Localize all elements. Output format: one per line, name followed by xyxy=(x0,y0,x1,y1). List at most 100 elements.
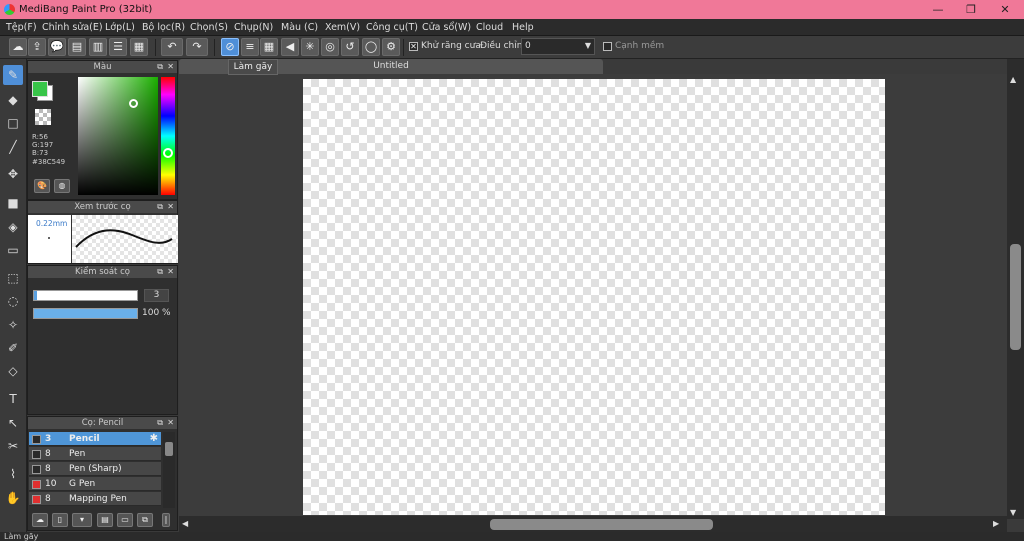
speech-bubble-icon[interactable]: 💬 xyxy=(48,38,66,56)
gear-icon[interactable]: ✱ xyxy=(150,432,158,446)
transparent-color-swatch[interactable] xyxy=(35,109,51,125)
snap-ellipse-icon[interactable]: ◯ xyxy=(362,38,380,56)
fill-rect-tool-icon[interactable]: ■ xyxy=(3,193,23,213)
eraser-tool-icon[interactable]: ◆ xyxy=(3,90,23,110)
snap-off-icon[interactable]: ⊘ xyxy=(221,38,239,56)
hue-slider[interactable] xyxy=(161,77,175,195)
rectangle-tool-icon[interactable]: □ xyxy=(3,113,23,133)
minimize-button[interactable]: — xyxy=(921,0,955,19)
title-bar: MediBang Paint Pro (32bit) — ❐ ✕ xyxy=(0,0,1024,19)
select-eraser-tool-icon[interactable]: ◇ xyxy=(3,361,23,381)
divide-tool-icon[interactable]: ✂ xyxy=(3,436,23,456)
brush-item-pencil[interactable]: 3 Pencil ✱ xyxy=(29,432,161,446)
sv-cursor[interactable] xyxy=(129,99,138,108)
lasso-tool-icon[interactable]: ◌ xyxy=(3,291,23,311)
correction-value: 0 xyxy=(525,41,531,51)
brush-item-mapping-pen[interactable]: 8 Mapping Pen xyxy=(29,492,161,506)
redo-icon[interactable]: ↷ xyxy=(186,38,208,56)
menu-layer[interactable]: Lớp(L) xyxy=(105,22,135,33)
line-tool-icon[interactable]: ╱ xyxy=(3,137,23,157)
close-icon[interactable]: ✕ xyxy=(167,201,174,213)
gradient-tool-icon[interactable]: ▭ xyxy=(3,240,23,260)
brush-item-pen-sharp[interactable]: 8 Pen (Sharp) xyxy=(29,462,161,476)
menu-tools[interactable]: Công cụ(T) xyxy=(366,22,418,33)
snap-perspective-icon[interactable]: ◀ xyxy=(281,38,299,56)
cloud-icon[interactable]: ☁ xyxy=(9,38,27,56)
snap-curve-icon[interactable]: ↺ xyxy=(341,38,359,56)
snap-radial-icon[interactable]: ✳ xyxy=(301,38,319,56)
close-icon[interactable]: ✕ xyxy=(167,61,174,73)
menu-help[interactable]: Help xyxy=(512,22,534,33)
stroke-preview-curve xyxy=(75,229,173,248)
menu-view[interactable]: Xem(V) xyxy=(325,22,360,33)
menu-color[interactable]: Màu (C) xyxy=(281,22,318,33)
brush-settings-icon[interactable]: ▤ xyxy=(97,513,113,527)
magic-wand-tool-icon[interactable]: ✧ xyxy=(3,315,23,335)
antialias-checkbox[interactable]: ✕ xyxy=(409,42,418,51)
snap-settings-icon[interactable]: ⚙ xyxy=(382,38,400,56)
select-pen-tool-icon[interactable]: ✐ xyxy=(3,338,23,358)
undo-icon[interactable]: ↶ xyxy=(161,38,183,56)
brush-menu-icon[interactable]: ▾ xyxy=(72,513,92,527)
select-rect-tool-icon[interactable]: ⬚ xyxy=(3,268,23,288)
scroll-right-icon[interactable]: ▶ xyxy=(993,519,999,528)
brush-size-preview: 0.22mm xyxy=(28,215,71,263)
menu-cloud[interactable]: Cloud xyxy=(476,22,503,33)
duplicate-icon[interactable]: ⧉ xyxy=(137,513,153,527)
brush-item-g-pen[interactable]: 10 G Pen xyxy=(29,477,161,491)
menu-window[interactable]: Cửa sổ(W) xyxy=(422,22,471,33)
folder-icon[interactable]: ▭ xyxy=(117,513,133,527)
scroll-up-icon[interactable]: ▲ xyxy=(1010,75,1016,84)
brush-size-slider[interactable] xyxy=(33,290,138,301)
scroll-left-icon[interactable]: ◀ xyxy=(182,519,188,528)
snap-parallel-icon[interactable]: ≡ xyxy=(241,38,259,56)
palette-add-icon[interactable]: ◍ xyxy=(54,179,70,193)
horizontal-scroll-thumb[interactable] xyxy=(490,519,713,530)
upload-icon[interactable]: ⇪ xyxy=(28,38,46,56)
drawing-canvas[interactable] xyxy=(303,79,885,515)
maximize-button[interactable]: ❐ xyxy=(954,0,988,19)
soft-edge-checkbox[interactable] xyxy=(603,42,612,51)
palette-icon[interactable]: 🎨 xyxy=(34,179,50,193)
menu-edit[interactable]: Chỉnh sửa(E) xyxy=(42,22,103,33)
popout-icon[interactable]: ⧉ xyxy=(157,417,163,429)
text-tool-icon[interactable]: T xyxy=(3,389,23,409)
menu-capture[interactable]: Chụp(N) xyxy=(234,22,273,33)
brush-item-pen[interactable]: 8 Pen xyxy=(29,447,161,461)
hue-cursor[interactable] xyxy=(163,148,173,158)
move-tool-icon[interactable]: ✥ xyxy=(3,164,23,184)
brush-tool-icon[interactable]: ✎ xyxy=(3,65,23,85)
brush-list-more-icon[interactable]: | xyxy=(162,513,170,527)
close-button[interactable]: ✕ xyxy=(988,0,1022,19)
popout-icon[interactable]: ⧉ xyxy=(157,61,163,73)
foreground-color-swatch[interactable] xyxy=(32,81,48,97)
grid-icon[interactable]: ▦ xyxy=(130,38,148,56)
menu-select[interactable]: Chọn(S) xyxy=(190,22,228,33)
brush-item-size: 3 xyxy=(45,434,52,444)
brush-size-value[interactable]: 3 xyxy=(144,289,169,302)
page-icon[interactable]: ▥ xyxy=(89,38,107,56)
popout-icon[interactable]: ⧉ xyxy=(157,201,163,213)
brush-list-scroll-thumb[interactable] xyxy=(165,442,173,456)
hand-tool-icon[interactable]: ✋ xyxy=(3,488,23,508)
menu-file[interactable]: Tệp(F) xyxy=(6,22,37,33)
bucket-tool-icon[interactable]: ◈ xyxy=(3,217,23,237)
menu-filter[interactable]: Bộ lọc(R) xyxy=(142,22,185,33)
snap-grid-icon[interactable]: ▦ xyxy=(260,38,278,56)
comment-icon[interactable]: ▤ xyxy=(68,38,86,56)
scroll-down-icon[interactable]: ▼ xyxy=(1010,508,1016,517)
eyedropper-tool-icon[interactable]: ⌇ xyxy=(3,464,23,484)
snap-circle-icon[interactable]: ◎ xyxy=(321,38,339,56)
operation-tool-icon[interactable]: ↖ xyxy=(3,413,23,433)
saturation-value-picker[interactable] xyxy=(78,77,158,195)
close-icon[interactable]: ✕ xyxy=(167,266,174,278)
opacity-slider[interactable] xyxy=(33,308,138,319)
list-icon[interactable]: ☰ xyxy=(109,38,127,56)
popout-icon[interactable]: ⧉ xyxy=(157,266,163,278)
correction-select[interactable]: 0 ▼ xyxy=(521,38,595,55)
cloud-brush-icon[interactable]: ☁ xyxy=(32,513,48,527)
brush-list-scrollbar[interactable] xyxy=(163,432,175,508)
close-icon[interactable]: ✕ xyxy=(167,417,174,429)
new-brush-icon[interactable]: ▯ xyxy=(52,513,68,527)
vertical-scroll-thumb[interactable] xyxy=(1010,244,1021,350)
